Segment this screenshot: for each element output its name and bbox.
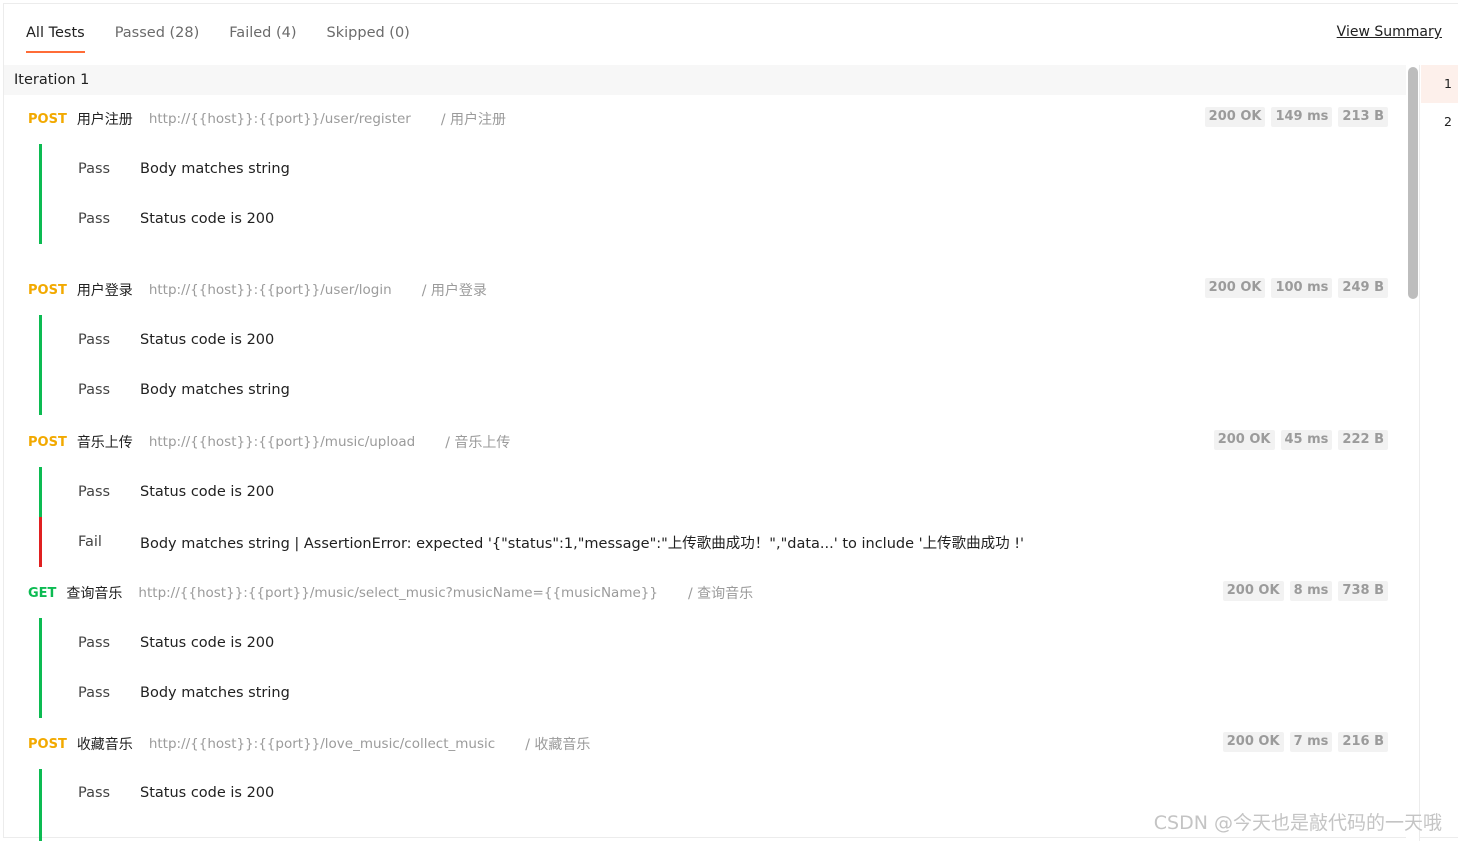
watermark: CSDN @今天也是敲代码的一天哦 <box>1153 812 1442 834</box>
request-method: POST <box>28 111 67 127</box>
tab-skipped[interactable]: Skipped (0) <box>327 22 410 54</box>
scrollbar-thumb[interactable] <box>1408 67 1418 299</box>
request-method: POST <box>28 736 67 752</box>
request-method: GET <box>28 585 57 601</box>
request-path: / 查询音乐 <box>687 586 754 602</box>
test-result-row: Pass Status code is 200 <box>39 769 1339 841</box>
request-name: 用户注册 <box>76 112 133 128</box>
request-header[interactable]: GET 查询音乐 http://{{host}}:{{port}}/music/… <box>28 581 753 605</box>
response-meta: 200 OK 149 ms 213 B <box>1204 107 1388 127</box>
iteration-header: Iteration 1 <box>4 65 1406 95</box>
test-name: Body matches string <box>140 161 290 177</box>
request-header[interactable]: POST 用户注册 http://{{host}}:{{port}}/user/… <box>28 107 506 131</box>
request-name: 收藏音乐 <box>76 737 133 753</box>
results-list: POST 用户注册 http://{{host}}:{{port}}/user/… <box>4 95 1406 841</box>
request-header[interactable]: POST 收藏音乐 http://{{host}}:{{port}}/love_… <box>28 732 590 756</box>
size-badge: 222 B <box>1338 430 1388 450</box>
test-name: Body matches string | AssertionError: ex… <box>140 535 1025 552</box>
test-result-row: Pass Status code is 200 <box>39 618 1339 668</box>
test-status: Pass <box>78 382 111 398</box>
iteration-1-link[interactable]: 1 <box>1421 65 1458 103</box>
request-header[interactable]: POST 用户登录 http://{{host}}:{{port}}/user/… <box>28 278 487 302</box>
request-name: 查询音乐 <box>66 586 123 602</box>
test-name: Status code is 200 <box>140 785 275 801</box>
request-url: http://{{host}}:{{port}}/love_music/coll… <box>148 736 496 752</box>
request-method: POST <box>28 282 67 298</box>
test-name: Body matches string <box>140 685 290 701</box>
tab-failed[interactable]: Failed (4) <box>229 22 296 54</box>
iteration-2-link[interactable]: 2 <box>1421 103 1458 141</box>
test-name: Status code is 200 <box>140 332 275 348</box>
status-badge: 200 OK <box>1213 430 1275 450</box>
test-status: Pass <box>78 635 111 651</box>
request-url: http://{{host}}:{{port}}/user/register <box>148 111 411 127</box>
test-status: Pass <box>78 484 111 500</box>
test-result-row: Pass Body matches string <box>39 144 1339 194</box>
time-badge: 7 ms <box>1289 732 1333 752</box>
results-scrollbar[interactable] <box>1406 65 1420 841</box>
test-name: Status code is 200 <box>140 484 275 500</box>
request-url: http://{{host}}:{{port}}/music/select_mu… <box>138 585 658 601</box>
time-badge: 149 ms <box>1271 107 1333 127</box>
tab-all-tests[interactable]: All Tests <box>26 22 85 54</box>
test-status: Pass <box>78 211 111 227</box>
test-name: Status code is 200 <box>140 211 275 227</box>
time-badge: 8 ms <box>1289 581 1333 601</box>
request-path: / 用户登录 <box>421 283 487 299</box>
request-method: POST <box>28 434 67 450</box>
iteration-navigator: 1 2 <box>1421 65 1458 141</box>
test-name: Body matches string <box>140 382 290 398</box>
test-name: Status code is 200 <box>140 635 275 651</box>
time-badge: 100 ms <box>1271 278 1333 298</box>
request-name: 音乐上传 <box>76 435 133 451</box>
size-badge: 213 B <box>1338 107 1388 127</box>
response-meta: 200 OK 7 ms 216 B <box>1222 732 1388 752</box>
test-result-row: Pass Status code is 200 <box>39 315 1339 365</box>
size-badge: 216 B <box>1338 732 1388 752</box>
test-status: Pass <box>78 332 111 348</box>
size-badge: 249 B <box>1338 278 1388 298</box>
test-result-row: Pass Status code is 200 <box>39 467 1339 517</box>
test-result-row: Pass Body matches string <box>39 365 1339 415</box>
request-path: / 用户注册 <box>440 112 507 128</box>
test-result-row: Pass Status code is 200 <box>39 194 1339 244</box>
view-summary-link[interactable]: View Summary <box>1337 24 1442 40</box>
test-status: Fail <box>78 534 102 550</box>
test-status: Pass <box>78 785 111 801</box>
status-badge: 200 OK <box>1204 278 1266 298</box>
test-status: Pass <box>78 161 111 177</box>
request-name: 用户登录 <box>76 283 133 299</box>
response-meta: 200 OK 45 ms 222 B <box>1213 430 1388 450</box>
test-status: Pass <box>78 685 111 701</box>
request-header[interactable]: POST 音乐上传 http://{{host}}:{{port}}/music… <box>28 430 510 454</box>
request-path: / 音乐上传 <box>445 435 511 451</box>
response-meta: 200 OK 100 ms 249 B <box>1204 278 1388 298</box>
time-badge: 45 ms <box>1280 430 1333 450</box>
request-url: http://{{host}}:{{port}}/music/upload <box>148 434 416 450</box>
request-path: / 收藏音乐 <box>525 737 591 753</box>
size-badge: 738 B <box>1338 581 1388 601</box>
request-url: http://{{host}}:{{port}}/user/login <box>148 282 392 298</box>
tab-passed[interactable]: Passed (28) <box>115 22 200 54</box>
test-result-row: Pass Body matches string <box>39 668 1339 718</box>
test-result-row-failed: Fail Body matches string | AssertionErro… <box>39 517 1339 567</box>
response-meta: 200 OK 8 ms 738 B <box>1222 581 1388 601</box>
status-badge: 200 OK <box>1204 107 1266 127</box>
results-tabs: All Tests Passed (28) Failed (4) Skipped… <box>26 22 410 54</box>
status-badge: 200 OK <box>1222 581 1284 601</box>
status-badge: 200 OK <box>1222 732 1284 752</box>
